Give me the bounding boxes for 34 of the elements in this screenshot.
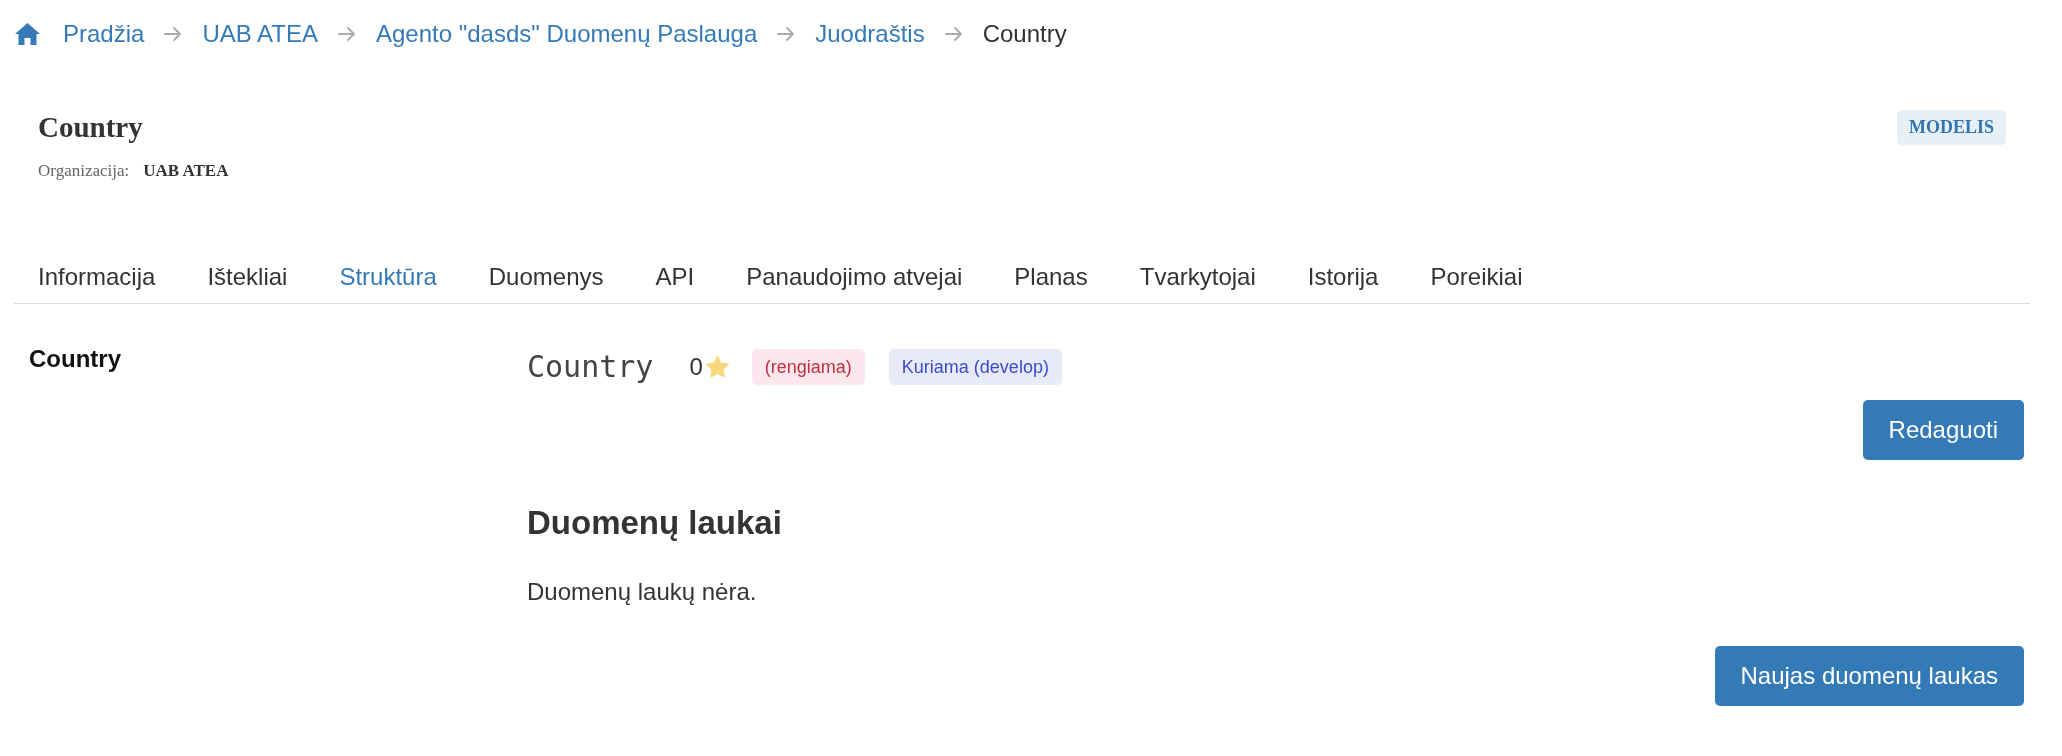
breadcrumb-link[interactable]: Pradžia — [63, 20, 145, 48]
tab[interactable]: Tvarkytojai — [1115, 251, 1282, 303]
breadcrumb-link[interactable]: Agento "dasds" Duomenų Paslauga — [375, 20, 758, 48]
organization-name: UAB ATEA — [143, 161, 229, 181]
empty-message: Duomenų laukų nėra. — [527, 577, 758, 607]
tab[interactable]: Istorija — [1283, 251, 1405, 303]
tab[interactable]: Struktūra — [315, 251, 463, 303]
status-badge: Kuriama (develop) — [888, 349, 1062, 385]
edit-button[interactable]: Redaguoti — [1862, 400, 2024, 460]
status-badge: (rengiama) — [751, 349, 865, 385]
breadcrumb-current-page: Country — [982, 20, 1067, 48]
model-name: Country — [527, 349, 654, 385]
arrow-right-icon — [164, 26, 183, 42]
type-badge: MODELIS — [1896, 110, 2006, 145]
breadcrumb-link[interactable]: Juodraštis — [815, 20, 925, 48]
star-count: 0 — [689, 353, 703, 381]
arrow-right-icon — [777, 26, 796, 42]
add-field-button[interactable]: Naujas duomenų laukas — [1714, 646, 2024, 706]
sidebar-title: Country — [28, 345, 122, 373]
arrow-right-icon — [944, 26, 963, 42]
tab[interactable]: Panaudojimo atvejai — [722, 251, 989, 303]
star-icon — [704, 354, 730, 380]
tab[interactable]: Planas — [990, 251, 1114, 303]
organization-label: Organizacija: — [38, 161, 130, 181]
tab[interactable]: Informacija — [14, 251, 182, 303]
page-title: Country — [38, 110, 144, 145]
tab[interactable]: Ištekliai — [183, 251, 314, 303]
tab[interactable]: Duomenys — [464, 251, 630, 303]
tab[interactable]: API — [631, 251, 721, 303]
breadcrumb-link[interactable]: UAB ATEA — [202, 20, 318, 48]
section-title: Duomenų laukai — [527, 503, 783, 543]
home-icon[interactable] — [14, 22, 41, 46]
tab[interactable]: Poreikiai — [1406, 251, 1549, 303]
arrow-right-icon — [337, 26, 356, 42]
